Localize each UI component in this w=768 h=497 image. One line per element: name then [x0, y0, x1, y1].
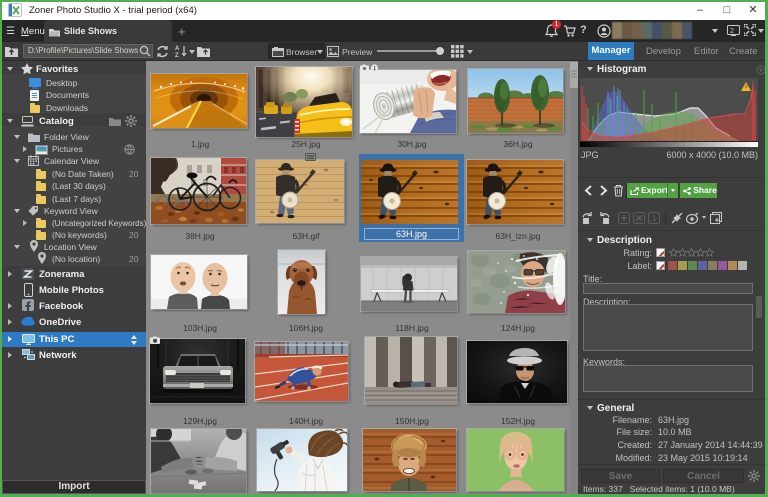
svg-text:Z: Z: [175, 53, 179, 58]
svg-text:A: A: [175, 46, 180, 52]
svg-text:1: 1: [652, 214, 657, 223]
svg-text:2: 2: [730, 28, 734, 35]
